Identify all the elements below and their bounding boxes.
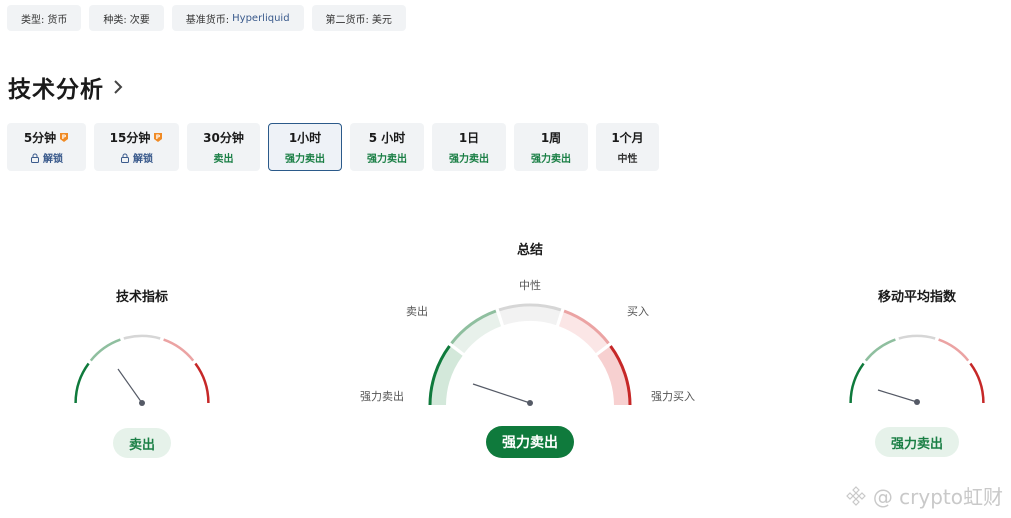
gauge-label-strong-buy: 强力买入 [651, 390, 695, 403]
svg-text:P: P [156, 134, 161, 141]
indicators-title: 技术指标 [115, 290, 169, 305]
indicators-result-badge: 卖出 [112, 428, 172, 458]
tab-status: 强力卖出 [531, 154, 571, 165]
page-title: 技术分析 [8, 77, 104, 103]
moving-averages-title: 移动平均指数 [877, 290, 957, 305]
tab-label: 1日 [458, 131, 480, 145]
tab-status: 解锁 [133, 154, 153, 165]
binance-logo-icon [845, 485, 866, 506]
chevron-right-icon[interactable] [112, 78, 130, 96]
tab-15min[interactable]: 15分钟 P 解锁 [94, 123, 179, 171]
svg-text:P: P [62, 134, 67, 141]
info-tags: 类型: 货币 种类: 次要 基准货币: Hyperliquid 第二货币: 美元 [7, 5, 406, 31]
tab-label: 30分钟 [203, 131, 244, 145]
lock-icon [121, 153, 129, 163]
tab-5hour[interactable]: 5 小时 强力卖出 [350, 123, 424, 171]
gauge-needle [877, 389, 918, 403]
gauge-label-strong-sell: 强力卖出 [360, 390, 404, 403]
tab-label: 1个月 [611, 131, 644, 145]
tab-label: 5分钟 [23, 131, 57, 145]
gauge-pivot [139, 400, 145, 406]
tab-1day[interactable]: 1日 强力卖出 [432, 123, 506, 171]
pro-badge-icon: P [154, 133, 163, 142]
tab-status: 强力卖出 [367, 154, 407, 165]
tag-quote-currency-value: 美元 [371, 14, 392, 26]
tab-label: 1小时 [288, 131, 322, 145]
watermark: @ crypto虹财 [845, 481, 1003, 510]
tab-status: 中性 [617, 154, 638, 165]
tag-base-currency: 基准货币: Hyperliquid [171, 5, 304, 31]
summary-result-badge: 强力卖出 [486, 426, 574, 458]
watermark-text: @ crypto虹财 [872, 485, 1003, 509]
moving-averages-result-badge: 强力卖出 [874, 427, 960, 457]
tab-label: 1周 [540, 131, 562, 145]
tag-quote-currency-label: 第二货币: [325, 14, 369, 26]
tag-base-currency-label: 基准货币: [185, 14, 230, 26]
tab-status: 卖出 [213, 154, 234, 165]
tag-type-label: 类型: [21, 14, 45, 26]
tag-category-label: 种类: [103, 14, 127, 26]
tab-1month[interactable]: 1个月 中性 [596, 123, 659, 171]
gauge-pivot [527, 400, 533, 406]
tag-type-value: 货币 [47, 14, 68, 26]
gauge-label-neutral: 中性 [519, 279, 541, 292]
tag-type: 类型: 货币 [7, 5, 82, 31]
tag-base-currency-link[interactable]: Hyperliquid [232, 13, 289, 24]
gauge-needle [117, 368, 143, 404]
pro-badge-icon: P [60, 133, 69, 142]
gauge-needle [472, 383, 531, 404]
tab-label: 15分钟 [109, 131, 151, 145]
tab-30min[interactable]: 30分钟 卖出 [187, 123, 260, 171]
tab-1week[interactable]: 1周 强力卖出 [514, 123, 588, 171]
tab-1hour[interactable]: 1小时 强力卖出 [268, 123, 342, 171]
tab-status: 强力卖出 [285, 154, 325, 165]
tag-quote-currency: 第二货币: 美元 [311, 5, 406, 31]
tab-status: 强力卖出 [449, 154, 489, 165]
indicators-gauge [74, 334, 210, 406]
moving-averages-gauge [849, 334, 985, 405]
section-header[interactable]: 技术分析 [8, 70, 130, 104]
lock-icon [31, 153, 39, 163]
gauge-pivot [914, 399, 920, 405]
tab-5min[interactable]: 5分钟 P 解锁 [7, 123, 86, 171]
tab-status: 解锁 [43, 154, 63, 165]
tab-label: 5 小时 [368, 131, 406, 145]
summary-gauge [428, 303, 632, 406]
tag-category: 种类: 次要 [89, 5, 164, 31]
summary-title: 总结 [516, 243, 544, 258]
tag-category-value: 次要 [129, 14, 150, 26]
